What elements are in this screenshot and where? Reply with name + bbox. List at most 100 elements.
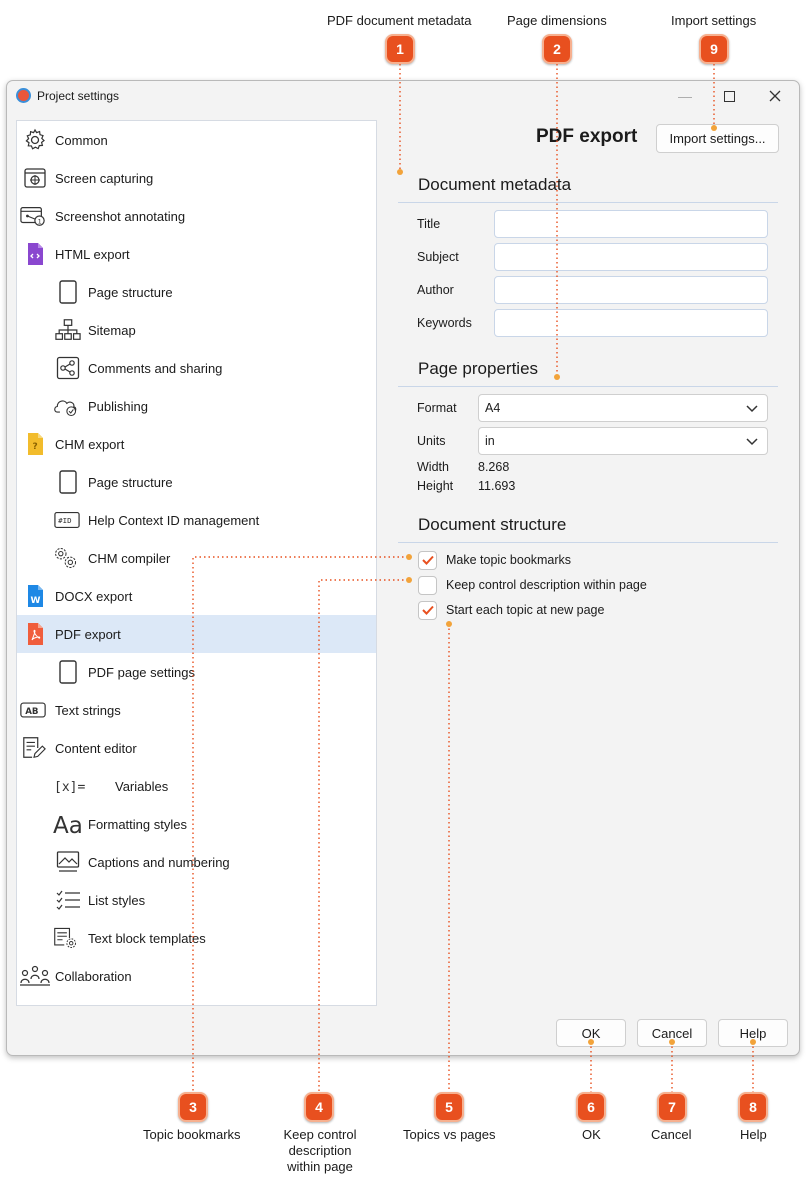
nav-item-label: Publishing bbox=[88, 398, 148, 414]
svg-text:1: 1 bbox=[38, 217, 42, 225]
cancel-button[interactable]: Cancel bbox=[637, 1019, 707, 1047]
format-select[interactable]: A4 bbox=[478, 394, 768, 422]
nav-item-label: Content editor bbox=[55, 740, 137, 756]
make-bookmarks-checkbox[interactable] bbox=[418, 550, 437, 570]
page-icon bbox=[55, 279, 81, 305]
callout-badge-3: 3 bbox=[178, 1092, 208, 1122]
chevron-down-icon bbox=[746, 438, 758, 446]
new-page-checkbox[interactable] bbox=[418, 600, 437, 620]
html-file-icon bbox=[22, 241, 48, 267]
callout-badge-7: 7 bbox=[657, 1092, 687, 1122]
checkmark-icon bbox=[421, 555, 434, 565]
callout-caption-8: Help bbox=[740, 1127, 767, 1142]
keywords-label: Keywords bbox=[417, 316, 472, 330]
nav-item-label: PDF export bbox=[55, 626, 121, 642]
make-bookmarks-option[interactable]: Make topic bookmarks bbox=[418, 550, 571, 570]
keep-description-option[interactable]: Keep control description within page bbox=[418, 575, 647, 595]
nav-item-captions-numbering[interactable]: Captions and numbering bbox=[17, 843, 376, 881]
annotate-icon: 1 bbox=[20, 203, 46, 229]
nav-item-comments-sharing[interactable]: Comments and sharing bbox=[17, 349, 376, 387]
subject-input[interactable] bbox=[494, 243, 768, 271]
title-input[interactable] bbox=[494, 210, 768, 238]
app-logo-icon bbox=[16, 88, 31, 103]
nav-item-pdf-page-settings[interactable]: PDF page settings bbox=[17, 653, 376, 691]
minimize-button[interactable]: — bbox=[671, 85, 699, 107]
nav-item-html-export[interactable]: HTML export bbox=[17, 235, 376, 273]
section-divider bbox=[398, 202, 778, 203]
new-page-option[interactable]: Start each topic at new page bbox=[418, 600, 604, 620]
nav-item-publishing[interactable]: Publishing bbox=[17, 387, 376, 425]
nav-item-docx-export[interactable]: W DOCX export bbox=[17, 577, 376, 615]
nav-item-label: CHM compiler bbox=[88, 550, 171, 566]
width-label: Width bbox=[417, 460, 449, 474]
callout-caption-2: Page dimensions bbox=[507, 13, 607, 28]
callout-caption-6: OK bbox=[582, 1127, 601, 1142]
keep-description-label: Keep control description within page bbox=[446, 578, 647, 592]
nav-item-common[interactable]: Common bbox=[17, 121, 376, 159]
nav-item-variables[interactable]: [x]= Variables bbox=[17, 767, 376, 805]
nav-item-collaboration[interactable]: Collaboration bbox=[17, 957, 376, 995]
nav-item-label: Help Context ID management bbox=[88, 512, 260, 528]
nav-item-text-strings[interactable]: AB Text strings bbox=[17, 691, 376, 729]
nav-item-label: Page structure bbox=[88, 474, 173, 490]
close-icon bbox=[769, 90, 781, 102]
title-label: Title bbox=[417, 217, 441, 231]
page-title: PDF export bbox=[536, 126, 638, 147]
docx-file-icon: W bbox=[22, 583, 48, 609]
close-button[interactable] bbox=[761, 85, 789, 107]
nav-item-screen-capturing[interactable]: Screen capturing bbox=[17, 159, 376, 197]
section-heading-document-structure: Document structure bbox=[418, 515, 567, 534]
svg-text:Aa: Aa bbox=[53, 813, 83, 837]
callout-badge-6: 6 bbox=[576, 1092, 606, 1122]
text-block-icon bbox=[53, 925, 79, 951]
nav-item-content-editor[interactable]: Content editor bbox=[17, 729, 376, 767]
format-value: A4 bbox=[485, 401, 501, 415]
nav-item-html-page-structure[interactable]: Page structure bbox=[17, 273, 376, 311]
nav-item-help-context-id[interactable]: #ID Help Context ID management bbox=[17, 501, 376, 539]
maximize-button[interactable] bbox=[715, 85, 743, 107]
sitemap-icon bbox=[55, 317, 81, 343]
nav-item-label: Text strings bbox=[55, 702, 121, 718]
units-select[interactable]: in bbox=[478, 427, 768, 455]
nav-item-chm-export[interactable]: ? CHM export bbox=[17, 425, 376, 463]
nav-item-sitemap[interactable]: Sitemap bbox=[17, 311, 376, 349]
help-button[interactable]: Help bbox=[718, 1019, 788, 1047]
new-page-label: Start each topic at new page bbox=[446, 603, 605, 617]
nav-item-label: Text block templates bbox=[88, 930, 206, 946]
svg-text:W: W bbox=[31, 596, 41, 606]
make-bookmarks-label: Make topic bookmarks bbox=[446, 553, 572, 567]
svg-text:?: ? bbox=[33, 442, 38, 452]
screen-capture-icon bbox=[22, 165, 48, 191]
keep-description-checkbox[interactable] bbox=[418, 575, 437, 595]
callout-badge-1: 1 bbox=[385, 34, 415, 64]
nav-item-label: CHM export bbox=[55, 436, 125, 452]
ok-button[interactable]: OK bbox=[556, 1019, 626, 1047]
nav-item-chm-page-structure[interactable]: Page structure bbox=[17, 463, 376, 501]
author-input[interactable] bbox=[494, 276, 768, 304]
nav-item-label: Variables bbox=[115, 778, 169, 794]
id-icon: #ID bbox=[54, 507, 80, 533]
text-strings-icon: AB bbox=[20, 697, 46, 723]
nav-item-text-block-templates[interactable]: Text block templates bbox=[17, 919, 376, 957]
svg-text:[x]=: [x]= bbox=[54, 780, 85, 795]
nav-item-pdf-export[interactable]: PDF export bbox=[17, 615, 376, 653]
formatting-icon: Aa bbox=[53, 811, 85, 837]
units-label: Units bbox=[417, 434, 446, 448]
nav-item-list-styles[interactable]: List styles bbox=[17, 881, 376, 919]
title-bar[interactable]: Project settings — bbox=[7, 81, 799, 111]
nav-item-chm-compiler[interactable]: CHM compiler bbox=[17, 539, 376, 577]
nav-item-screenshot-annotating[interactable]: 1 Screenshot annotating bbox=[17, 197, 376, 235]
collaboration-icon bbox=[19, 963, 51, 989]
nav-item-label: Screenshot annotating bbox=[55, 208, 186, 224]
section-heading-page-properties: Page properties bbox=[418, 359, 539, 378]
callout-caption-1: PDF document metadata bbox=[327, 13, 472, 28]
section-divider bbox=[398, 386, 778, 387]
share-icon bbox=[55, 355, 81, 381]
callout-caption-4: Keep control description within page bbox=[283, 1127, 357, 1174]
height-label: Height bbox=[417, 479, 454, 493]
import-settings-button[interactable]: Import settings... bbox=[656, 124, 779, 153]
callout-caption-3: Topic bookmarks bbox=[143, 1127, 241, 1142]
nav-item-formatting-styles[interactable]: Aa Formatting styles bbox=[17, 805, 376, 843]
nav-item-label: DOCX export bbox=[55, 588, 133, 604]
keywords-input[interactable] bbox=[494, 309, 768, 337]
